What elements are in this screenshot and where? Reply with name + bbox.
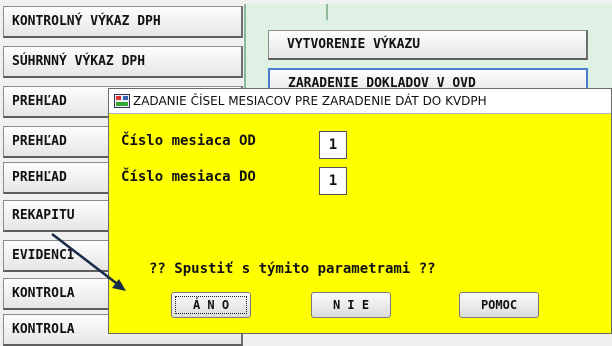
create-report-button[interactable]: VYTVORENIE VÝKAZU [268,30,588,60]
help-button[interactable]: POMOC [459,292,539,318]
run-question: ?? Spustiť s týmito parametrami ?? [149,261,436,277]
app-icon [114,94,130,108]
no-button[interactable]: N I E [311,292,391,318]
panel-divider [326,4,328,20]
menu-suhrnny-vykaz[interactable]: SÚHRNNÝ VÝKAZ DPH [3,46,243,78]
month-from-input[interactable]: 1 [319,131,347,159]
month-to-label: Číslo mesiaca DO [121,169,256,185]
dialog-title-bar[interactable]: ZADANIE ČÍSEL MESIACOV PRE ZARADENIE DÁT… [109,89,611,114]
month-to-input[interactable]: 1 [319,167,347,195]
yes-button[interactable]: Á N O [171,292,251,318]
month-range-dialog: ZADANIE ČÍSEL MESIACOV PRE ZARADENIE DÁT… [108,88,612,334]
dialog-title: ZADANIE ČÍSEL MESIACOV PRE ZARADENIE DÁT… [133,94,487,108]
menu-kontrolny-vykaz[interactable]: KONTROLNÝ VÝKAZ DPH [3,6,243,38]
month-from-label: Číslo mesiaca OD [121,133,256,149]
